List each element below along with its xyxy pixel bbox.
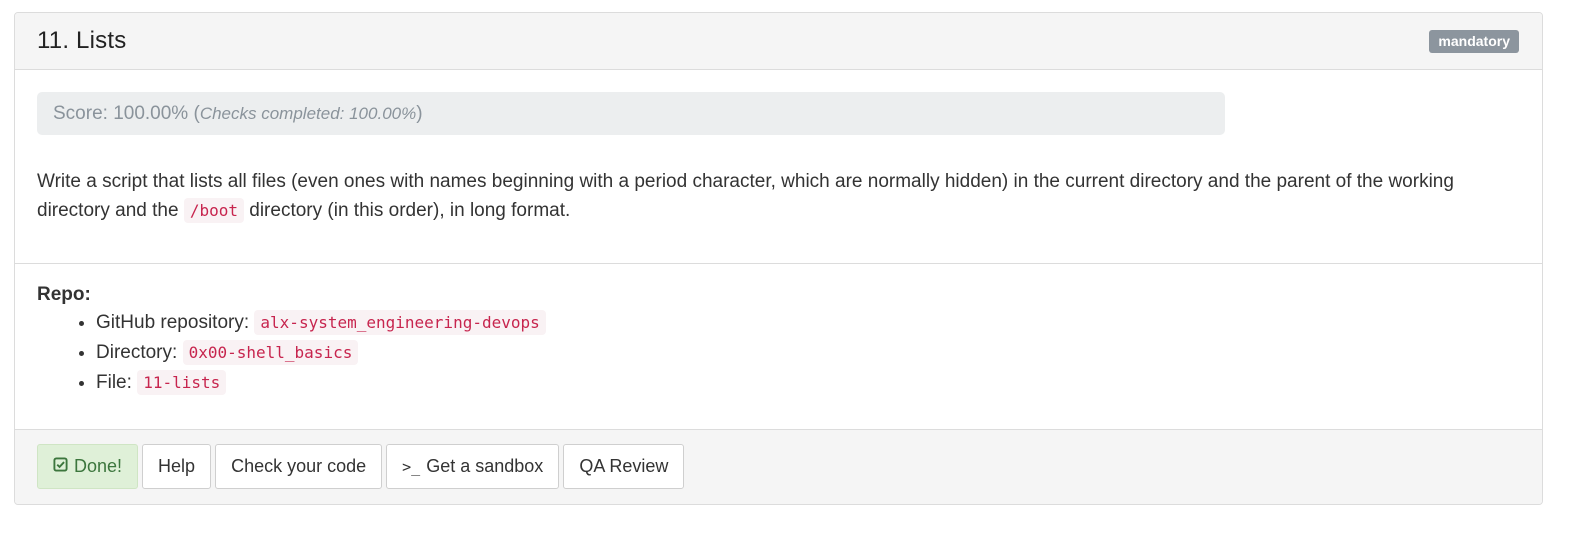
- list-item: File: 11-lists: [96, 368, 1520, 398]
- list-item: Directory: 0x00-shell_basics: [96, 338, 1520, 368]
- description-code: /boot: [183, 198, 244, 223]
- task-footer: Done! Help Check your code >_ Get a sand…: [15, 430, 1542, 504]
- task-header: 11. Lists mandatory: [15, 13, 1542, 70]
- checks-completed: Checks completed: 100.00%: [199, 104, 417, 123]
- score-open-paren: (: [188, 103, 200, 124]
- score-close-paren: ): [416, 103, 423, 124]
- help-button[interactable]: Help: [142, 444, 212, 489]
- check-square-icon: [53, 457, 68, 476]
- repo-item-label: GitHub repository:: [96, 312, 255, 333]
- task-body: Score: 100.00% (Checks completed: 100.00…: [15, 70, 1542, 264]
- mandatory-badge: mandatory: [1429, 30, 1519, 53]
- score-label: Score: 100.00%: [53, 103, 189, 124]
- sandbox-label: Get a sandbox: [426, 456, 544, 476]
- repo-list: GitHub repository: alx-system_engineerin…: [37, 308, 1520, 398]
- repo-item-value: 11-lists: [137, 370, 227, 395]
- sandbox-button[interactable]: >_ Get a sandbox: [386, 444, 560, 489]
- check-code-button[interactable]: Check your code: [215, 444, 383, 489]
- description-part2: directory (in this order), in long forma…: [243, 200, 571, 221]
- score-bar: Score: 100.00% (Checks completed: 100.00…: [37, 92, 1225, 135]
- repo-section: Repo: GitHub repository: alx-system_engi…: [15, 264, 1542, 430]
- repo-title: Repo:: [37, 284, 91, 305]
- repo-item-value: 0x00-shell_basics: [182, 340, 359, 365]
- repo-item-value: alx-system_engineering-devops: [254, 310, 546, 335]
- done-button[interactable]: Done!: [37, 444, 139, 489]
- repo-item-label: Directory:: [96, 342, 183, 363]
- repo-item-label: File:: [96, 372, 138, 393]
- qa-review-button[interactable]: QA Review: [563, 444, 685, 489]
- list-item: GitHub repository: alx-system_engineerin…: [96, 308, 1520, 338]
- done-label: Done!: [74, 456, 123, 476]
- terminal-icon: >_: [402, 457, 421, 476]
- task-panel: 11. Lists mandatory Score: 100.00% (Chec…: [14, 12, 1543, 505]
- task-description: Write a script that lists all files (eve…: [37, 167, 1520, 225]
- task-title: 11. Lists: [37, 27, 127, 54]
